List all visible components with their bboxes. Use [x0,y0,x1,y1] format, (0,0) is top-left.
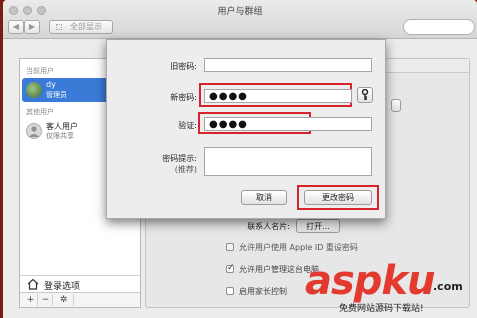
back-button[interactable]: ◀ [8,20,24,34]
chevron-right-icon: ▶ [28,22,36,31]
search-input[interactable] [403,19,475,35]
verify-password-field[interactable]: ●●●● [204,117,372,131]
guest-user-icon [26,123,42,139]
user-role: 管理员 [46,91,67,99]
verify-label: 验证: [178,121,197,130]
old-password-field[interactable] [204,58,372,72]
new-password-field[interactable]: ●●●● [204,89,352,103]
show-all-button[interactable]: 全部显示 [49,20,113,34]
house-icon [27,278,39,290]
open-contact-button[interactable]: 打开... [296,219,340,233]
forward-button[interactable]: ▶ [24,20,40,34]
add-user-button[interactable]: + [24,294,38,306]
window-title: 用户与群组 [217,7,263,17]
option-checkbox[interactable] [226,287,234,295]
option-checkbox[interactable] [226,243,234,251]
password-hint-label: 密码提示: [162,154,197,163]
partial-button[interactable] [391,99,401,112]
change-password-button[interactable]: 更改密码 [304,190,372,205]
option-checkbox[interactable]: ✓ [226,263,235,273]
password-hint-field[interactable] [204,147,372,176]
password-hint-sublabel: (推荐) [174,165,197,174]
avatar [26,82,42,98]
login-options-label: 登录选项 [44,282,81,292]
cancel-button[interactable]: 取消 [241,190,287,205]
change-password-sheet: 旧密码: 新密码: ●●●● 验证: ●●●● 密码提示: (推荐) 取消 更改… [106,39,386,219]
watermark-suffix: .com [433,280,463,293]
watermark-tagline: 免费网站源码下载站! [339,304,424,314]
checkmark-icon: ✓ [227,263,235,273]
chevron-left-icon: ◀ [12,22,20,31]
other-users-heading: 其他用户 [26,108,54,116]
title-bar: 用户与群组 ◀ ▶ 全部显示 [3,0,477,39]
gear-icon[interactable]: ✲ [54,294,74,306]
old-password-label: 旧密码: [170,62,197,71]
show-all-label: 全部显示 [70,22,102,31]
user-name: dy [46,80,56,89]
key-icon [361,88,369,100]
login-options-item[interactable]: 登录选项 [20,275,140,292]
watermark-brand: aspku [305,258,436,304]
user-role: 仅限共享 [46,132,74,140]
current-users-heading: 当前用户 [26,67,54,75]
aspku-watermark: aspku .com 免费网站源码下载站! [305,258,477,318]
option-label: 允许用户使用 Apple ID 重设密码 [239,243,358,252]
grid-icon [56,24,62,30]
contact-card-label: 联系人名片: [247,222,290,231]
new-password-label: 新密码: [170,93,197,102]
sidebar-button-bar: + − ✲ [20,292,140,307]
password-assistant-button[interactable] [357,87,373,103]
remove-user-button[interactable]: − [39,294,53,306]
option-label: 启用家长控制 [239,287,287,296]
